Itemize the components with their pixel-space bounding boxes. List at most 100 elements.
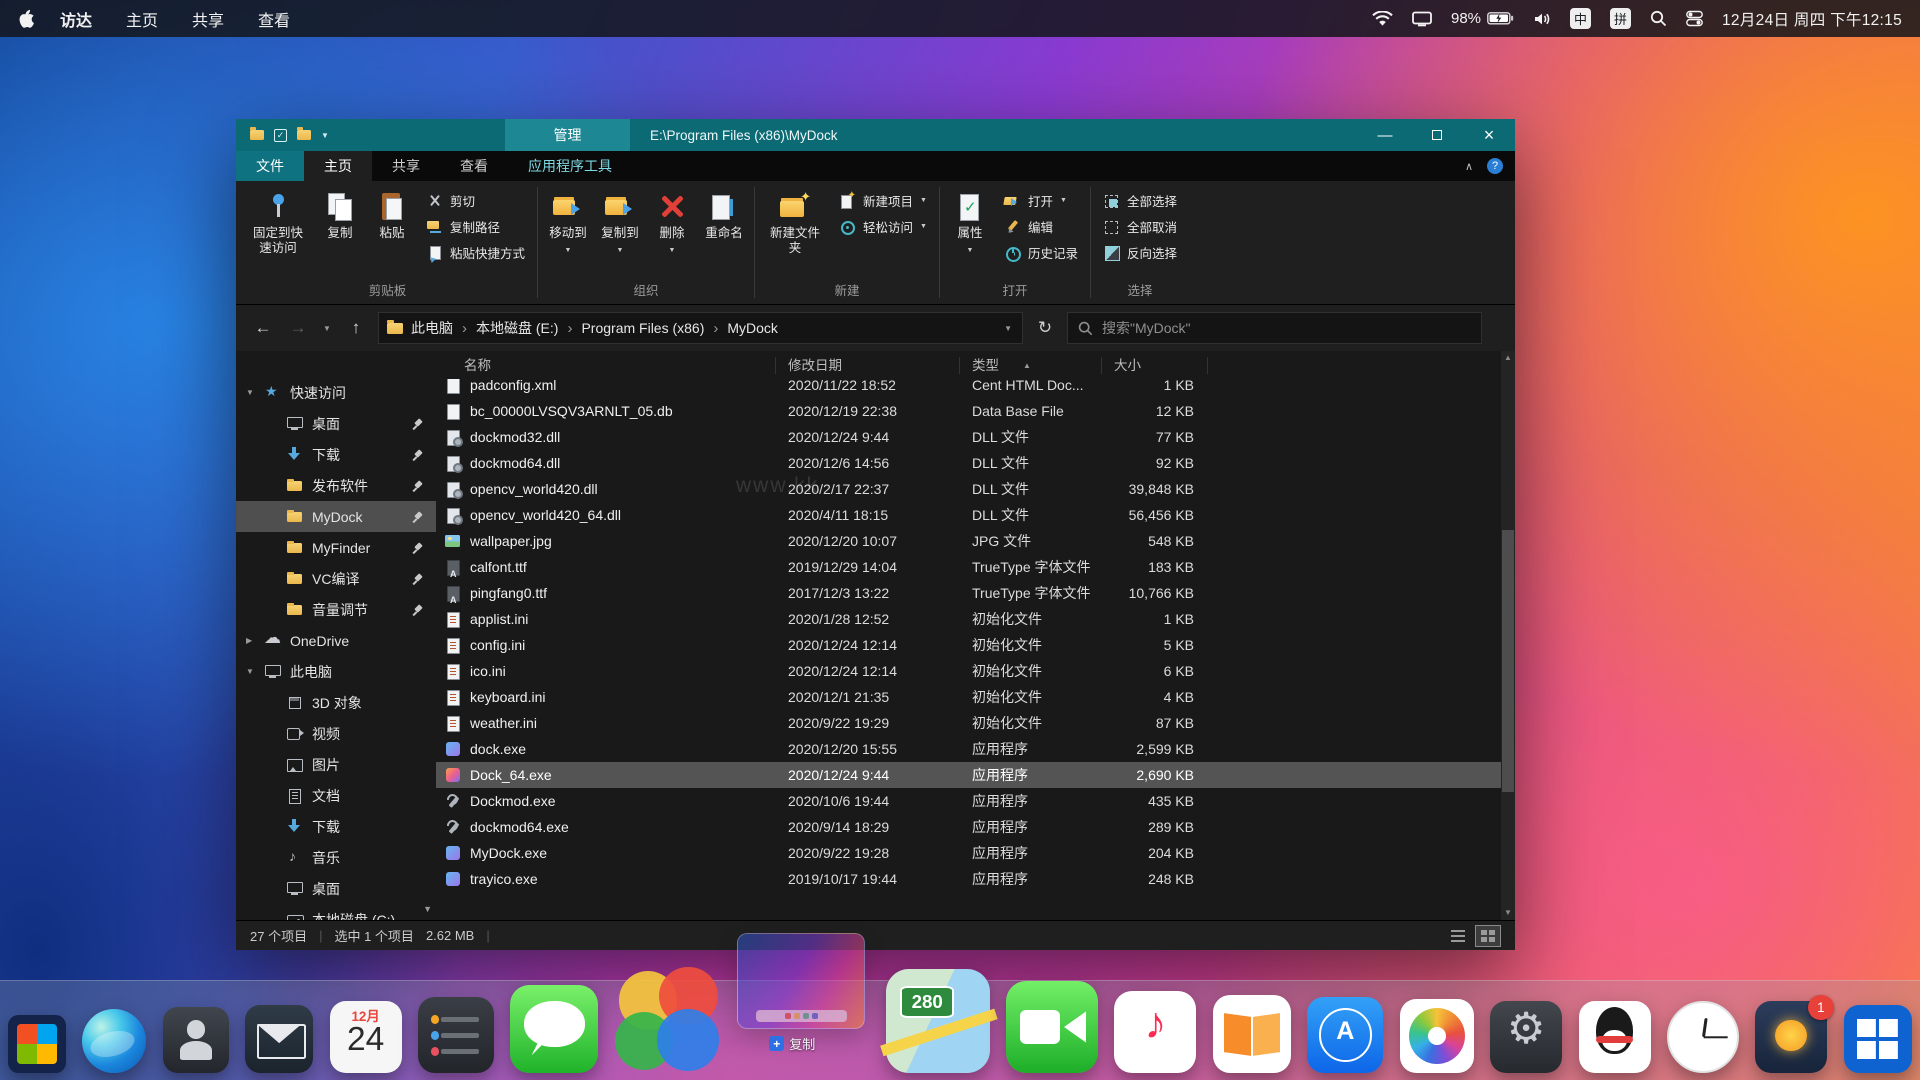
ribbon-button-easyaccess[interactable]: 轻松访问 ▼ (836, 216, 930, 237)
thumbnails-view-button[interactable] (1475, 924, 1501, 947)
ribbon-button-copyto[interactable]: 复制到 ▼ (595, 188, 645, 261)
column-header-类型[interactable]: 类型 ▲ (960, 356, 1102, 374)
dock-edge[interactable] (82, 1009, 147, 1073)
input-method-pinyin-icon[interactable]: 拼 (1610, 8, 1632, 29)
ribbon-button-newfolder[interactable]: 新建文件夹 (760, 188, 830, 259)
menu-item-主页[interactable]: 主页 (126, 7, 158, 31)
ribbon-button-history[interactable]: 历史记录 (1001, 242, 1081, 263)
dock-drag-ghost[interactable]: + 复制 (737, 933, 869, 1073)
dock-mail[interactable] (245, 1005, 314, 1073)
ribbon-button-moveto[interactable]: 移动到 ▼ (543, 188, 593, 261)
qat-dropdown-icon[interactable]: ▼ (321, 131, 329, 140)
file-row-pingfang0.ttf[interactable]: pingfang0.ttf 2017/12/3 13:22 TrueType 字体文… (436, 580, 1501, 606)
menu-item-访达[interactable]: 访达 (60, 7, 92, 31)
sidebar-item-3D 对象[interactable]: 3D 对象 (236, 687, 436, 718)
menubar-datetime[interactable]: 12月24日 周四 下午12:15 (1722, 8, 1902, 30)
dock-start-menu[interactable] (8, 1015, 66, 1073)
apple-menu[interactable] (18, 9, 34, 28)
manage-contextual-header[interactable]: 管理 (505, 119, 630, 151)
dock-facetime[interactable] (1006, 981, 1099, 1073)
address-dropdown-icon[interactable]: ▼ (1004, 324, 1014, 333)
file-row-Dockmod.exe[interactable]: Dockmod.exe 2020/10/6 19:44 应用程序 435 KB (436, 788, 1501, 814)
sidebar-item-快速访问[interactable]: ▼ 快速访问 (236, 377, 436, 408)
search-input[interactable] (1102, 320, 1471, 336)
sidebar-item-文档[interactable]: 文档 (236, 780, 436, 811)
dock-music[interactable]: ♪ (1114, 991, 1197, 1073)
dock-messages[interactable] (510, 985, 599, 1073)
ribbon-button-properties[interactable]: 属性▼ (945, 188, 995, 261)
file-row-ico.ini[interactable]: ico.ini 2020/12/24 12:14 初始化文件 6 KB (436, 658, 1501, 684)
file-row-dockmod32.dll[interactable]: dockmod32.dll 2020/12/24 9:44 DLL 文件 77 KB (436, 424, 1501, 450)
collapse-ribbon-icon[interactable]: ∧ (1465, 160, 1473, 173)
file-row-bc_00000LVSQV3ARNLT_05.db[interactable]: bc_00000LVSQV3ARNLT_05.db 2020/12/19 22:3… (436, 398, 1501, 424)
ribbon-button-open[interactable]: 打开 ▼ (1001, 190, 1081, 211)
dock-colors[interactable] (614, 967, 721, 1073)
sidebar-item-VC编译[interactable]: VC编译 (236, 563, 436, 594)
file-row-dockmod64.exe[interactable]: dockmod64.exe 2020/9/14 18:29 应用程序 289 KB (436, 814, 1501, 840)
scrollbar-thumb[interactable] (1502, 530, 1514, 792)
ribbon-button-delete[interactable]: 删除 ▼ (647, 188, 697, 261)
spotlight-search-icon[interactable] (1650, 10, 1667, 27)
ribbon-button-selectnone[interactable]: 全部取消 (1100, 216, 1180, 237)
folder-icon[interactable] (250, 127, 264, 140)
tab-主页[interactable]: 主页 (304, 151, 372, 181)
file-row-Dock_64.exe[interactable]: Dock_64.exe 2020/12/24 9:44 应用程序 2,690 KB (436, 762, 1501, 788)
forward-button[interactable]: → (285, 318, 311, 338)
sidebar-scroll-down-icon[interactable]: ▼ (423, 904, 432, 914)
expander-icon[interactable]: ▼ (246, 388, 264, 397)
search-box[interactable] (1067, 312, 1482, 344)
menu-item-共享[interactable]: 共享 (192, 7, 224, 31)
dock-maps[interactable]: 280 (885, 969, 990, 1073)
file-row-calfont.ttf[interactable]: calfont.ttf 2019/12/29 14:04 TrueType 字体文件… (436, 554, 1501, 580)
dock-clock[interactable] (1666, 1001, 1739, 1073)
crumb-本地磁盘 (E:)[interactable]: 本地磁盘 (E:) (476, 318, 558, 338)
file-row-keyboard.ini[interactable]: keyboard.ini 2020/12/1 21:35 初始化文件 4 KB (436, 684, 1501, 710)
sidebar-item-此电脑[interactable]: ▼ 此电脑 (236, 656, 436, 687)
tab-共享[interactable]: 共享 (372, 151, 440, 181)
sidebar-item-音量调节[interactable]: 音量调节 (236, 594, 436, 625)
sidebar-item-桌面[interactable]: 桌面 (236, 408, 436, 439)
scroll-down-icon[interactable]: ▼ (1501, 906, 1515, 920)
file-row-config.ini[interactable]: config.ini 2020/12/24 12:14 初始化文件 5 KB (436, 632, 1501, 658)
ribbon-button-copy[interactable]: 复制 (315, 188, 365, 244)
ribbon-button-selectall[interactable]: 全部选择 (1100, 190, 1180, 211)
ribbon-button-cut[interactable]: 剪切 (423, 190, 528, 211)
control-center-icon[interactable] (1686, 10, 1703, 27)
file-row-trayico.exe[interactable]: trayico.exe 2019/10/17 19:44 应用程序 248 KB (436, 866, 1501, 892)
column-header-修改日期[interactable]: 修改日期 (776, 356, 960, 374)
dock-reminders[interactable] (418, 997, 495, 1073)
dock-settings[interactable]: ⚙ (1490, 1001, 1563, 1073)
refresh-button[interactable]: ↻ (1032, 318, 1058, 338)
expander-icon[interactable]: ▶ (246, 636, 264, 645)
ribbon-button-pin[interactable]: 固定到快速访问 (243, 188, 313, 259)
file-row-dockmod64.dll[interactable]: dockmod64.dll 2020/12/6 14:56 DLL 文件 92 KB (436, 450, 1501, 476)
ribbon-button-invert[interactable]: 反向选择 (1100, 242, 1180, 263)
input-method-cn-icon[interactable]: 中 (1570, 8, 1592, 29)
sidebar-item-桌面[interactable]: 桌面 (236, 873, 436, 904)
address-input[interactable]: 此电脑 › 本地磁盘 (E:) › Program Files (x86) › MyDock… (378, 312, 1023, 344)
help-icon[interactable]: ? (1487, 158, 1503, 174)
up-button[interactable]: ↑ (343, 318, 369, 338)
file-row-padconfig.xml[interactable]: padconfig.xml 2020/11/22 18:52 Cent HTML D… (436, 379, 1501, 398)
vertical-scrollbar[interactable]: ▲ ▼ (1501, 351, 1515, 920)
sidebar-item-发布软件[interactable]: 发布软件 (236, 470, 436, 501)
sidebar-item-音乐[interactable]: 音乐 (236, 842, 436, 873)
ribbon-button-shortcut[interactable]: 粘贴快捷方式 (423, 242, 528, 263)
battery-status[interactable]: 98% (1451, 10, 1514, 27)
dock-calendar[interactable]: 12月 24 (329, 1001, 402, 1073)
ribbon-button-paste[interactable]: 粘贴 (367, 188, 417, 244)
tab-应用程序工具[interactable]: 应用程序工具 (508, 151, 632, 181)
properties-quick-icon[interactable]: ✓ (274, 128, 287, 142)
expander-icon[interactable]: ▼ (246, 667, 264, 676)
file-row-opencv_world420_64.dll[interactable]: opencv_world420_64.dll 2020/4/11 18:15 DLL… (436, 502, 1501, 528)
file-row-wallpaper.jpg[interactable]: wallpaper.jpg 2020/12/20 10:07 JPG 文件 548 K… (436, 528, 1501, 554)
file-row-opencv_world420.dll[interactable]: opencv_world420.dll 2020/2/17 22:37 DLL 文件… (436, 476, 1501, 502)
dock-windows[interactable] (1843, 1005, 1912, 1073)
tab-文件[interactable]: 文件 (236, 151, 304, 181)
tab-查看[interactable]: 查看 (440, 151, 508, 181)
close-button[interactable]: × (1463, 119, 1515, 151)
dock-books[interactable] (1212, 995, 1291, 1073)
file-row-applist.ini[interactable]: applist.ini 2020/1/28 12:52 初始化文件 1 KB (436, 606, 1501, 632)
details-view-button[interactable] (1445, 925, 1471, 947)
sidebar-item-下载[interactable]: 下载 (236, 811, 436, 842)
